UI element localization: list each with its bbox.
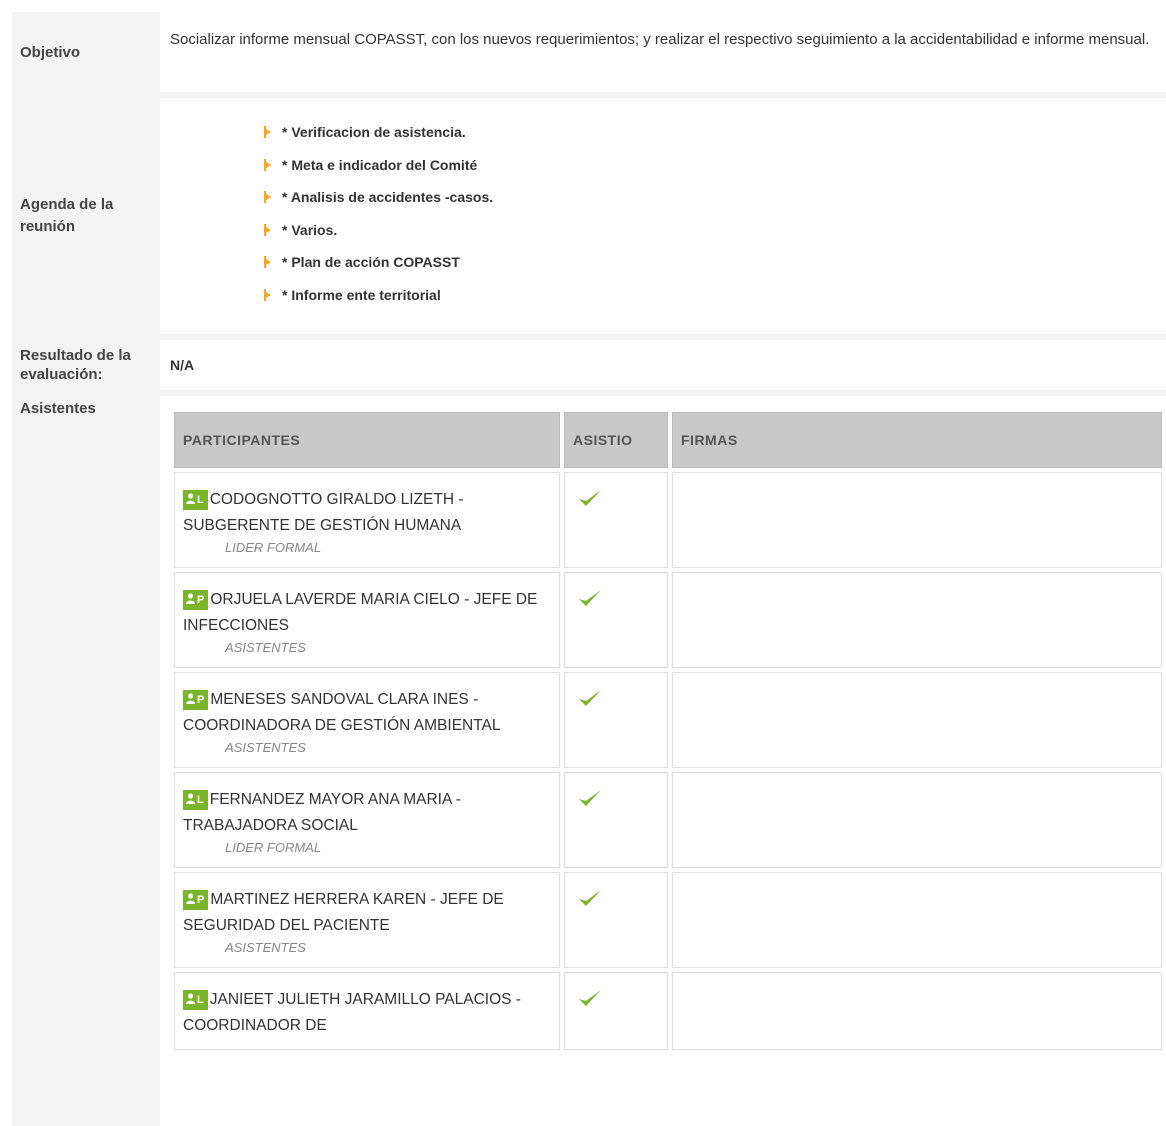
asistio-cell	[564, 772, 668, 868]
participant-role: LIDER FORMAL	[225, 840, 322, 855]
participant-role: ASISTENTES	[225, 940, 306, 955]
participant-type-badge: L	[197, 794, 205, 806]
agenda-item-text: * Analisis de accidentes -casos.	[282, 189, 494, 205]
column-header-asistio: ASISTIO	[564, 412, 668, 468]
arrow-bullet-icon	[262, 255, 274, 269]
firma-cell	[672, 772, 1162, 868]
asistio-cell	[564, 672, 668, 768]
participant-cell: P ORJUELA LAVERDE MARIA CIELO - JEFE DE I…	[174, 572, 560, 668]
agenda-item: * Plan de acción COPASST	[262, 246, 1166, 279]
agenda-label: Agenda de la reunión	[12, 98, 160, 334]
column-header-firmas: FIRMAS	[672, 412, 1162, 468]
agenda-item-text: * Varios.	[282, 221, 338, 238]
resultado-label: Resultado de la evaluación:	[12, 340, 160, 390]
agenda-item: * Analisis de accidentes -casos.	[262, 181, 1166, 214]
participant-cell: P MARTINEZ HERRERA KAREN - JEFE DE SEGURI…	[174, 872, 560, 968]
user-icon: P	[183, 690, 209, 710]
arrow-bullet-icon	[262, 158, 274, 172]
agenda-item: * Verificacion de asistencia.	[262, 116, 1166, 149]
arrow-bullet-icon	[262, 288, 274, 302]
asistio-cell	[564, 572, 668, 668]
agenda-item-text: * Informe ente territorial	[282, 286, 441, 303]
participant-type-badge: P	[197, 694, 206, 706]
participant-cell: L CODOGNOTTO GIRALDO LIZETH - SUBGERENTE …	[174, 472, 560, 568]
table-row: L CODOGNOTTO GIRALDO LIZETH - SUBGERENTE …	[174, 472, 1162, 568]
objetivo-row: Objetivo Socializar informe mensual COPA…	[12, 12, 1166, 92]
check-icon	[579, 790, 601, 806]
arrow-bullet-icon	[262, 223, 274, 237]
asistio-cell	[564, 972, 668, 1050]
user-icon: L	[183, 490, 208, 510]
agenda-item: * Varios.	[262, 214, 1166, 247]
attendees-header-row: PARTICIPANTES ASISTIO FIRMAS	[174, 412, 1162, 468]
user-icon: P	[183, 590, 209, 610]
table-row: P MENESES SANDOVAL CLARA INES - COORDINAD…	[174, 672, 1162, 768]
agenda-item-text: * Verificacion de asistencia.	[282, 124, 466, 140]
participant-cell: L JANIEET JULIETH JARAMILLO PALACIOS - CO…	[174, 972, 560, 1050]
agenda-item: * Meta e indicador del Comité	[262, 149, 1166, 182]
table-row: L JANIEET JULIETH JARAMILLO PALACIOS - CO…	[174, 972, 1162, 1050]
participant-role: LIDER FORMAL	[225, 540, 322, 555]
participant-cell: P MENESES SANDOVAL CLARA INES - COORDINAD…	[174, 672, 560, 768]
agenda-content: * Verificacion de asistencia. * Meta e i…	[160, 98, 1166, 334]
asistio-cell	[564, 872, 668, 968]
meeting-record: Objetivo Socializar informe mensual COPA…	[12, 12, 1166, 1126]
agenda-item: * Informe ente territorial	[262, 279, 1166, 312]
agenda-list: * Verificacion de asistencia. * Meta e i…	[170, 98, 1166, 311]
participant-type-badge: L	[197, 994, 205, 1006]
participant-name: ORJUELA LAVERDE MARIA CIELO - JEFE DE IN…	[183, 591, 538, 634]
arrow-bullet-icon	[262, 190, 274, 204]
check-icon	[579, 690, 601, 706]
user-icon: P	[183, 890, 209, 910]
participant-role: ASISTENTES	[225, 740, 306, 755]
attendees-table: PARTICIPANTES ASISTIO FIRMAS L CODOGNOTTO…	[170, 408, 1166, 1054]
attendees-body: L CODOGNOTTO GIRALDO LIZETH - SUBGERENTE …	[174, 472, 1162, 1050]
participant-cell: L FERNANDEZ MAYOR ANA MARIA - TRABAJADORA…	[174, 772, 560, 868]
firma-cell	[672, 472, 1162, 568]
arrow-bullet-icon	[262, 125, 274, 139]
participant-type-badge: P	[197, 594, 206, 606]
participant-name: CODOGNOTTO GIRALDO LIZETH - SUBGERENTE D…	[183, 491, 464, 534]
firma-cell	[672, 672, 1162, 768]
asistentes-label: Asistentes	[12, 396, 160, 1126]
table-row: P ORJUELA LAVERDE MARIA CIELO - JEFE DE I…	[174, 572, 1162, 668]
check-icon	[579, 990, 601, 1006]
agenda-row: Agenda de la reunión * Verificacion de a…	[12, 98, 1166, 334]
objetivo-text: Socializar informe mensual COPASST, con …	[170, 31, 1150, 48]
agenda-item-text: * Meta e indicador del Comité	[282, 156, 478, 173]
participant-name: JANIEET JULIETH JARAMILLO PALACIOS - COO…	[183, 991, 521, 1034]
table-row: L FERNANDEZ MAYOR ANA MARIA - TRABAJADORA…	[174, 772, 1162, 868]
participant-role: ASISTENTES	[225, 640, 306, 655]
firma-cell	[672, 572, 1162, 668]
participant-type-badge: L	[197, 494, 205, 506]
participant-name: FERNANDEZ MAYOR ANA MARIA - TRABAJADORA …	[183, 791, 461, 834]
user-icon: L	[183, 790, 208, 810]
check-icon	[579, 490, 601, 506]
check-icon	[579, 590, 601, 606]
check-icon	[579, 890, 601, 906]
column-header-participantes: PARTICIPANTES	[174, 412, 560, 468]
firma-cell	[672, 872, 1162, 968]
asistentes-content: PARTICIPANTES ASISTIO FIRMAS L CODOGNOTTO…	[160, 396, 1166, 1126]
participant-type-badge: P	[197, 894, 206, 906]
agenda-item-text: * Plan de acción COPASST	[282, 254, 460, 270]
user-icon: L	[183, 990, 208, 1010]
participant-name: MENESES SANDOVAL CLARA INES - COORDINADO…	[183, 691, 501, 734]
table-row: P MARTINEZ HERRERA KAREN - JEFE DE SEGURI…	[174, 872, 1162, 968]
objetivo-label: Objetivo	[12, 12, 160, 92]
resultado-row: Resultado de la evaluación: N/A	[12, 340, 1166, 390]
firma-cell	[672, 972, 1162, 1050]
participant-name: MARTINEZ HERRERA KAREN - JEFE DE SEGURID…	[183, 891, 504, 934]
resultado-value: N/A	[170, 357, 195, 373]
asistio-cell	[564, 472, 668, 568]
asistentes-row: Asistentes PARTICIPANTES ASISTIO FIRMAS …	[12, 396, 1166, 1126]
